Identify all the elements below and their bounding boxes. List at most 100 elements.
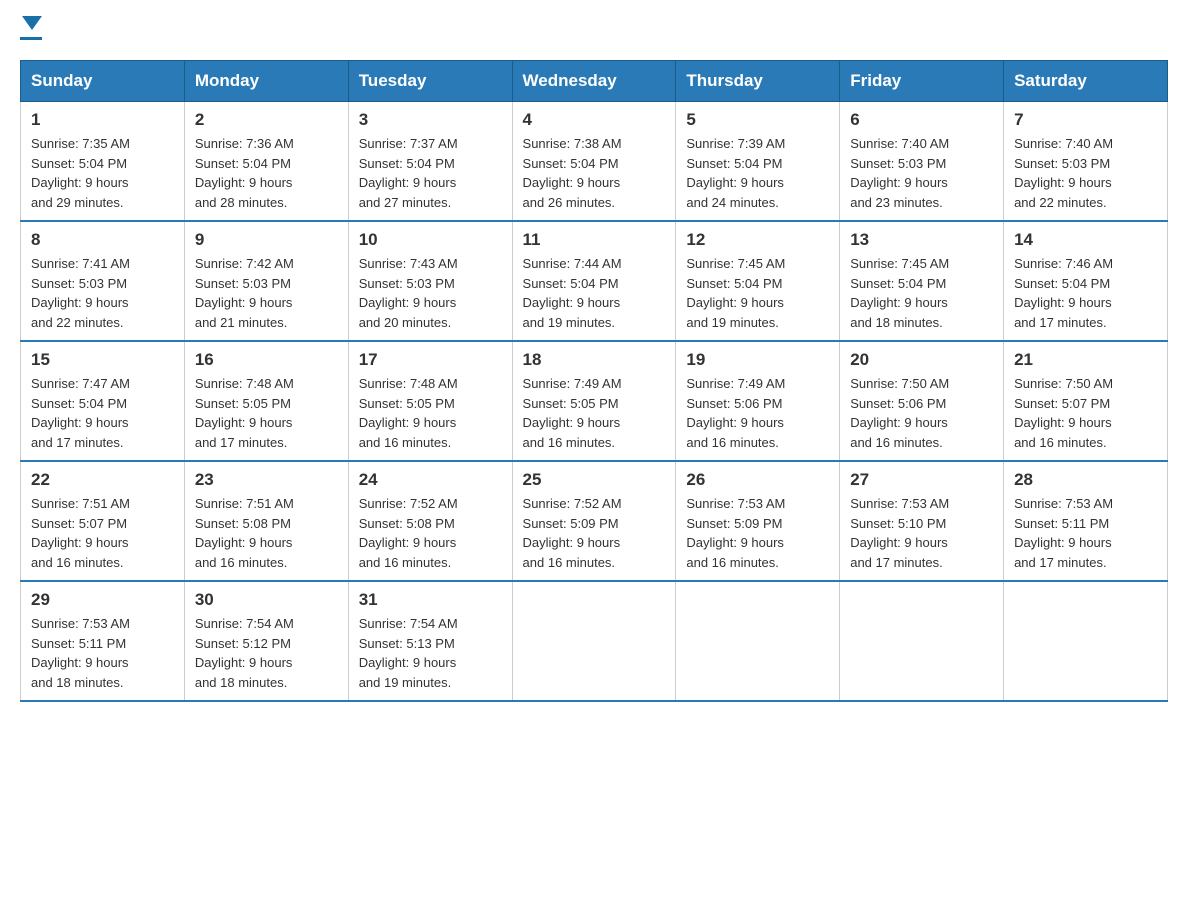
calendar-cell: 14 Sunrise: 7:46 AM Sunset: 5:04 PM Dayl… (1004, 221, 1168, 341)
logo-triangle-icon (22, 16, 42, 30)
day-info: Sunrise: 7:50 AM Sunset: 5:07 PM Dayligh… (1014, 374, 1157, 452)
calendar-week-row: 15 Sunrise: 7:47 AM Sunset: 5:04 PM Dayl… (21, 341, 1168, 461)
header-saturday: Saturday (1004, 61, 1168, 102)
calendar-cell: 25 Sunrise: 7:52 AM Sunset: 5:09 PM Dayl… (512, 461, 676, 581)
calendar-cell: 26 Sunrise: 7:53 AM Sunset: 5:09 PM Dayl… (676, 461, 840, 581)
calendar-cell: 31 Sunrise: 7:54 AM Sunset: 5:13 PM Dayl… (348, 581, 512, 701)
day-info: Sunrise: 7:35 AM Sunset: 5:04 PM Dayligh… (31, 134, 174, 212)
day-info: Sunrise: 7:40 AM Sunset: 5:03 PM Dayligh… (1014, 134, 1157, 212)
day-info: Sunrise: 7:40 AM Sunset: 5:03 PM Dayligh… (850, 134, 993, 212)
day-number: 4 (523, 110, 666, 130)
day-number: 5 (686, 110, 829, 130)
calendar-cell: 8 Sunrise: 7:41 AM Sunset: 5:03 PM Dayli… (21, 221, 185, 341)
calendar-header-row: SundayMondayTuesdayWednesdayThursdayFrid… (21, 61, 1168, 102)
calendar-cell: 24 Sunrise: 7:52 AM Sunset: 5:08 PM Dayl… (348, 461, 512, 581)
day-number: 24 (359, 470, 502, 490)
calendar-cell (1004, 581, 1168, 701)
day-number: 29 (31, 590, 174, 610)
day-number: 11 (523, 230, 666, 250)
header-wednesday: Wednesday (512, 61, 676, 102)
calendar-cell (676, 581, 840, 701)
day-info: Sunrise: 7:51 AM Sunset: 5:07 PM Dayligh… (31, 494, 174, 572)
calendar-week-row: 22 Sunrise: 7:51 AM Sunset: 5:07 PM Dayl… (21, 461, 1168, 581)
calendar-cell: 13 Sunrise: 7:45 AM Sunset: 5:04 PM Dayl… (840, 221, 1004, 341)
day-number: 26 (686, 470, 829, 490)
calendar-cell: 29 Sunrise: 7:53 AM Sunset: 5:11 PM Dayl… (21, 581, 185, 701)
day-number: 12 (686, 230, 829, 250)
day-number: 9 (195, 230, 338, 250)
calendar-cell: 16 Sunrise: 7:48 AM Sunset: 5:05 PM Dayl… (184, 341, 348, 461)
day-info: Sunrise: 7:53 AM Sunset: 5:09 PM Dayligh… (686, 494, 829, 572)
logo-underline (20, 37, 42, 40)
calendar-cell: 19 Sunrise: 7:49 AM Sunset: 5:06 PM Dayl… (676, 341, 840, 461)
page-header (20, 20, 1168, 40)
day-number: 3 (359, 110, 502, 130)
calendar-cell (840, 581, 1004, 701)
calendar-table: SundayMondayTuesdayWednesdayThursdayFrid… (20, 60, 1168, 702)
header-friday: Friday (840, 61, 1004, 102)
calendar-cell: 10 Sunrise: 7:43 AM Sunset: 5:03 PM Dayl… (348, 221, 512, 341)
header-tuesday: Tuesday (348, 61, 512, 102)
calendar-cell: 9 Sunrise: 7:42 AM Sunset: 5:03 PM Dayli… (184, 221, 348, 341)
calendar-week-row: 1 Sunrise: 7:35 AM Sunset: 5:04 PM Dayli… (21, 102, 1168, 222)
day-info: Sunrise: 7:50 AM Sunset: 5:06 PM Dayligh… (850, 374, 993, 452)
day-info: Sunrise: 7:47 AM Sunset: 5:04 PM Dayligh… (31, 374, 174, 452)
calendar-cell: 22 Sunrise: 7:51 AM Sunset: 5:07 PM Dayl… (21, 461, 185, 581)
day-number: 20 (850, 350, 993, 370)
day-number: 7 (1014, 110, 1157, 130)
day-info: Sunrise: 7:52 AM Sunset: 5:09 PM Dayligh… (523, 494, 666, 572)
calendar-cell: 18 Sunrise: 7:49 AM Sunset: 5:05 PM Dayl… (512, 341, 676, 461)
day-info: Sunrise: 7:45 AM Sunset: 5:04 PM Dayligh… (850, 254, 993, 332)
day-number: 6 (850, 110, 993, 130)
day-info: Sunrise: 7:53 AM Sunset: 5:11 PM Dayligh… (1014, 494, 1157, 572)
day-info: Sunrise: 7:39 AM Sunset: 5:04 PM Dayligh… (686, 134, 829, 212)
day-info: Sunrise: 7:53 AM Sunset: 5:11 PM Dayligh… (31, 614, 174, 692)
header-monday: Monday (184, 61, 348, 102)
logo (20, 20, 42, 40)
calendar-cell: 27 Sunrise: 7:53 AM Sunset: 5:10 PM Dayl… (840, 461, 1004, 581)
header-thursday: Thursday (676, 61, 840, 102)
day-info: Sunrise: 7:41 AM Sunset: 5:03 PM Dayligh… (31, 254, 174, 332)
calendar-cell: 3 Sunrise: 7:37 AM Sunset: 5:04 PM Dayli… (348, 102, 512, 222)
calendar-cell: 23 Sunrise: 7:51 AM Sunset: 5:08 PM Dayl… (184, 461, 348, 581)
day-info: Sunrise: 7:48 AM Sunset: 5:05 PM Dayligh… (359, 374, 502, 452)
day-number: 15 (31, 350, 174, 370)
day-info: Sunrise: 7:53 AM Sunset: 5:10 PM Dayligh… (850, 494, 993, 572)
day-number: 22 (31, 470, 174, 490)
calendar-week-row: 8 Sunrise: 7:41 AM Sunset: 5:03 PM Dayli… (21, 221, 1168, 341)
day-info: Sunrise: 7:49 AM Sunset: 5:06 PM Dayligh… (686, 374, 829, 452)
calendar-cell: 7 Sunrise: 7:40 AM Sunset: 5:03 PM Dayli… (1004, 102, 1168, 222)
calendar-cell: 15 Sunrise: 7:47 AM Sunset: 5:04 PM Dayl… (21, 341, 185, 461)
day-info: Sunrise: 7:49 AM Sunset: 5:05 PM Dayligh… (523, 374, 666, 452)
day-number: 8 (31, 230, 174, 250)
day-number: 31 (359, 590, 502, 610)
day-number: 13 (850, 230, 993, 250)
calendar-cell: 4 Sunrise: 7:38 AM Sunset: 5:04 PM Dayli… (512, 102, 676, 222)
day-info: Sunrise: 7:45 AM Sunset: 5:04 PM Dayligh… (686, 254, 829, 332)
day-number: 17 (359, 350, 502, 370)
day-number: 14 (1014, 230, 1157, 250)
day-info: Sunrise: 7:54 AM Sunset: 5:13 PM Dayligh… (359, 614, 502, 692)
day-info: Sunrise: 7:46 AM Sunset: 5:04 PM Dayligh… (1014, 254, 1157, 332)
day-info: Sunrise: 7:43 AM Sunset: 5:03 PM Dayligh… (359, 254, 502, 332)
day-number: 27 (850, 470, 993, 490)
day-info: Sunrise: 7:54 AM Sunset: 5:12 PM Dayligh… (195, 614, 338, 692)
day-number: 21 (1014, 350, 1157, 370)
day-info: Sunrise: 7:52 AM Sunset: 5:08 PM Dayligh… (359, 494, 502, 572)
day-info: Sunrise: 7:44 AM Sunset: 5:04 PM Dayligh… (523, 254, 666, 332)
day-number: 30 (195, 590, 338, 610)
day-info: Sunrise: 7:48 AM Sunset: 5:05 PM Dayligh… (195, 374, 338, 452)
calendar-cell: 5 Sunrise: 7:39 AM Sunset: 5:04 PM Dayli… (676, 102, 840, 222)
day-number: 2 (195, 110, 338, 130)
day-number: 25 (523, 470, 666, 490)
calendar-cell: 28 Sunrise: 7:53 AM Sunset: 5:11 PM Dayl… (1004, 461, 1168, 581)
calendar-cell: 17 Sunrise: 7:48 AM Sunset: 5:05 PM Dayl… (348, 341, 512, 461)
calendar-week-row: 29 Sunrise: 7:53 AM Sunset: 5:11 PM Dayl… (21, 581, 1168, 701)
calendar-cell: 2 Sunrise: 7:36 AM Sunset: 5:04 PM Dayli… (184, 102, 348, 222)
day-number: 18 (523, 350, 666, 370)
day-number: 1 (31, 110, 174, 130)
day-number: 10 (359, 230, 502, 250)
day-number: 23 (195, 470, 338, 490)
day-info: Sunrise: 7:36 AM Sunset: 5:04 PM Dayligh… (195, 134, 338, 212)
calendar-cell: 30 Sunrise: 7:54 AM Sunset: 5:12 PM Dayl… (184, 581, 348, 701)
